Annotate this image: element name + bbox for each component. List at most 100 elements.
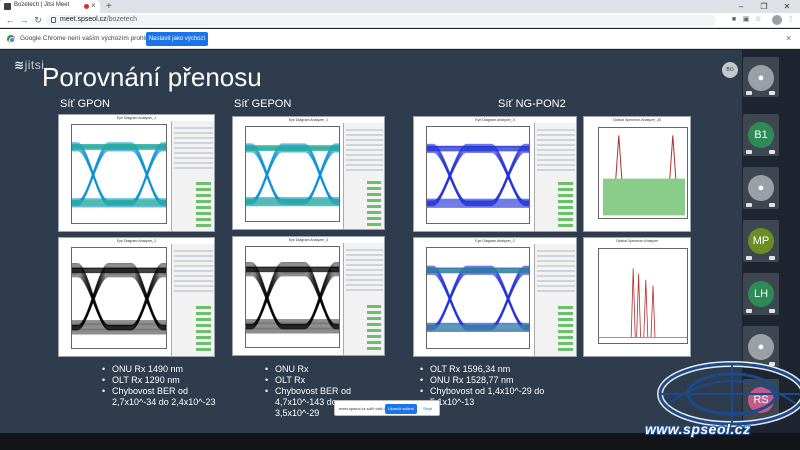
panel-row [537,290,575,292]
panel-row [346,164,383,166]
profile-avatar-icon[interactable] [772,15,782,25]
eye-diagram-title: Eye Diagram Analyzer_1 [288,118,329,122]
spectrum-peak [636,273,641,338]
panel-row [537,154,575,156]
participant-tile[interactable]: LH [743,273,779,315]
eye-diagram-svg [246,143,339,207]
panel-row [174,152,213,154]
bullet-item: Chybovost od 1,4x10^-29 do 5,1x10^-13 [418,386,578,408]
panel-row [174,290,213,292]
browser-tab[interactable]: Bozetech | Jitsi Meet × [0,0,100,13]
url-path: /bozetech [106,16,138,23]
reload-icon[interactable]: ↻ [32,14,44,26]
signal-icon [769,203,775,207]
panel-indicator [558,329,573,333]
eye-diagram-gepon-olt: Eye Diagram Analyzer_3 [232,236,385,356]
menu-dots-icon[interactable]: ⋮ [787,16,795,24]
panel-row [346,279,383,281]
panel-indicator [558,218,573,222]
participant-tile[interactable]: MP [743,220,779,262]
panel-indicator [195,211,211,215]
panel-indicator [195,187,211,191]
panel-indicator [366,328,381,332]
panel-indicator [558,188,573,192]
jitsi-logo-prefix: jits [24,58,42,72]
panel-indicator [195,311,211,315]
new-tab-button[interactable]: + [106,0,112,13]
user-silhouette-icon: ● [748,334,774,360]
panel-indicator [195,193,211,197]
panel-row [537,149,575,151]
panel-row [346,264,383,266]
panel-row [537,265,575,267]
participant-tile[interactable]: B1 [743,114,779,156]
eye-trace [427,267,529,330]
eye-diagram-gepon-onu: Eye Diagram Analyzer_1 [232,116,385,230]
set-default-button[interactable]: Nastavit jako výchozí [146,32,208,46]
window-minimize-button[interactable]: – [730,0,752,13]
panel-row [537,139,575,141]
panel-row [537,159,575,161]
signal-icon [769,150,775,154]
infobar-close-button[interactable]: × [786,33,791,43]
panel-row [346,284,383,286]
bullets-ngpon2: OLT Rx 1596,34 nm ONU Rx 1528,77 nm Chyb… [418,364,578,408]
panel-row [537,285,575,287]
panel-indicator [195,323,211,327]
panel-row [174,265,213,267]
panel-row [346,149,383,151]
panel-indicator [558,317,573,321]
panel-indicator [366,181,381,185]
forward-arrow-icon[interactable]: → [18,14,30,26]
panel-indicator [195,199,211,203]
camera-permission-icon[interactable]: ■ [730,16,738,24]
eye-diagram-title: Eye Diagram Analyzer_2 [116,239,157,243]
local-participant-avatar[interactable]: BO [722,62,738,78]
panel-indicator [366,304,381,308]
window-maximize-button[interactable]: ❐ [753,0,775,13]
bookmark-star-icon[interactable]: ☆ [754,16,762,24]
participant-tile[interactable]: ● [743,57,779,97]
settings-panel [534,244,576,356]
jitsi-favicon-icon [4,3,11,10]
signal-icon [769,256,775,260]
tab-close-button[interactable]: × [91,1,96,11]
eye-diagram-title: Eye Diagram Analyzer_3 [288,238,329,242]
panel-indicator [558,335,573,339]
back-arrow-icon[interactable]: ← [4,14,16,26]
panel-row [174,157,213,159]
panel-row [537,250,575,252]
panel-row [537,134,575,136]
stop-sharing-button[interactable]: Ukončit sdílení [385,404,417,414]
settings-panel [534,123,576,231]
screen-share-notification: meet.spseol.cz sdílí vaši obrazovku. Uko… [334,400,440,416]
participant-tile[interactable]: ● [743,167,779,209]
settings-panel [171,121,214,231]
mic-muted-icon [746,91,752,95]
panel-indicator [195,205,211,209]
panel-row [174,255,213,257]
eye-density-band [72,200,166,206]
participant-avatar: B1 [748,122,774,148]
jitsi-watermark-logo: ≋jitsi [14,58,45,72]
panel-indicator [558,305,573,309]
hide-notification-link[interactable]: Skrýt [423,406,432,411]
eye-diagram-title: Eye Diagram Analyzer_1 [116,116,157,120]
panel-row [346,289,383,291]
panel-row [174,167,213,169]
panel-row [346,154,383,156]
mic-muted-icon [746,150,752,154]
panel-indicator [366,217,381,221]
panel-indicator [558,224,573,228]
panel-row [174,260,213,262]
eye-trace [427,145,529,206]
address-bar[interactable]: meet.spseol.cz/bozetech [46,15,716,26]
eye-diagram-title: Eye Diagram Analyzer_2 [475,239,515,243]
panel-indicator [366,316,381,320]
panel-indicator [558,323,573,327]
window-close-button[interactable]: ✕ [776,0,798,13]
panel-row [537,144,575,146]
panel-row [346,129,383,131]
eye-diagram-svg [427,265,529,333]
share-screen-icon[interactable]: ▣ [742,16,750,24]
